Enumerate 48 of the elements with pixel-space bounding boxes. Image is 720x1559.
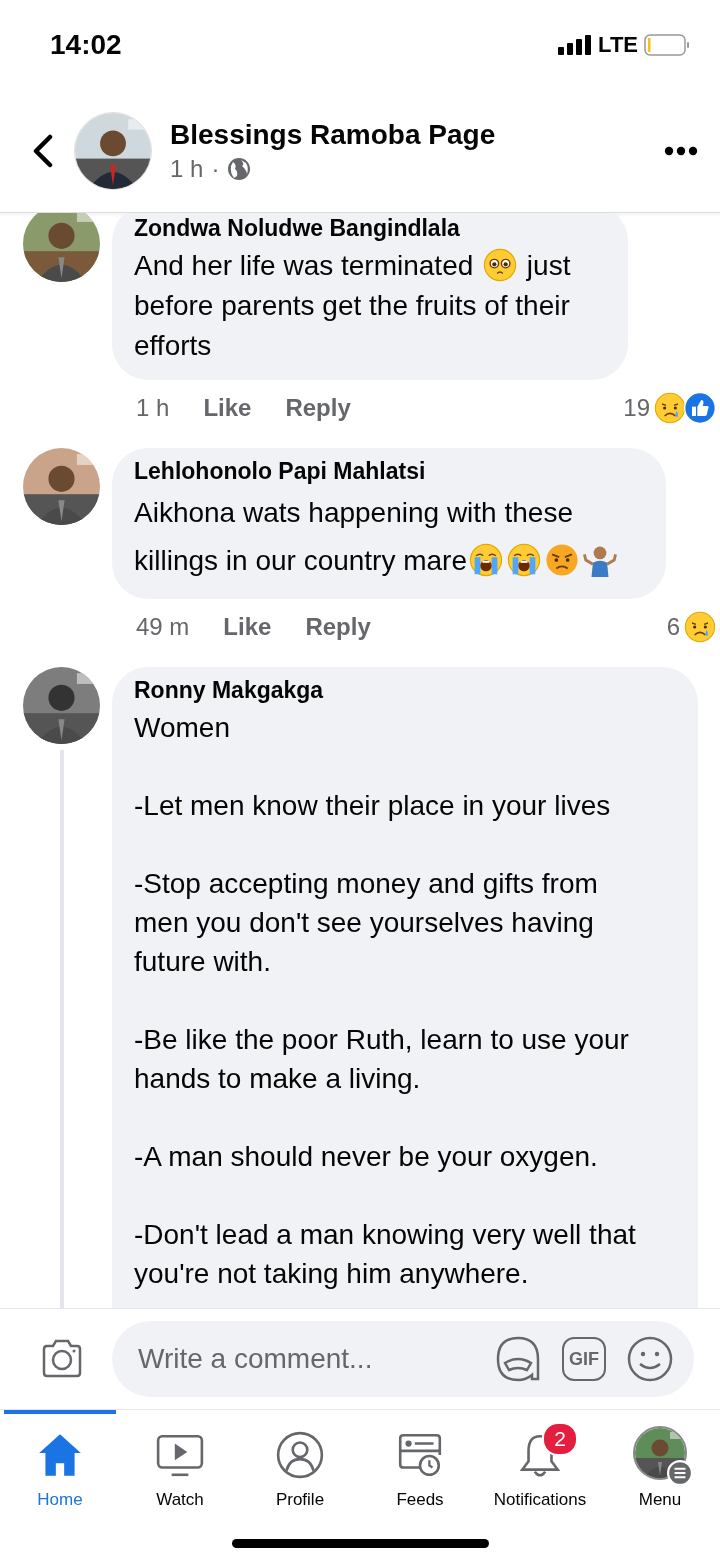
profile-icon bbox=[275, 1430, 325, 1480]
like-button[interactable]: Like bbox=[223, 613, 272, 641]
comment-text: -Be like the poor Ruth, learn to use your hands to make a living. bbox=[134, 1023, 630, 1096]
nav-tab[interactable]: 2 Notifications bbox=[484, 1410, 596, 1518]
angry-face-icon bbox=[545, 543, 580, 577]
comment-text: -Don't lead a man knowing very well that you're not taking him anywhere. bbox=[134, 1218, 637, 1291]
sad-reaction-icon bbox=[654, 392, 686, 424]
comment-author[interactable]: Lehlohonolo Papi Mahlatsi bbox=[134, 458, 644, 485]
emoji-icon[interactable] bbox=[626, 1335, 674, 1383]
comment-time: 49 m bbox=[136, 613, 190, 641]
nav-tab[interactable]: Profile bbox=[244, 1410, 356, 1518]
status-time: 14:02 bbox=[50, 29, 123, 61]
nav-tab[interactable]: Watch bbox=[124, 1410, 236, 1518]
crying-face-icon bbox=[507, 543, 542, 577]
globe-icon bbox=[227, 157, 252, 181]
page-title[interactable]: Blessings Ramoba Page bbox=[170, 119, 646, 151]
pleading-face-icon bbox=[483, 248, 518, 282]
battery-icon bbox=[644, 34, 690, 56]
reply-button[interactable]: Reply bbox=[285, 394, 351, 422]
comment-author[interactable]: Zondwa Noludwe Bangindlala bbox=[134, 215, 606, 242]
comment-text: -Stop accepting money and gifts from men you don't see yourselves having future with. bbox=[134, 867, 599, 979]
separator-dot: · bbox=[211, 155, 220, 183]
comment-author[interactable]: Ronny Makgakga bbox=[134, 677, 642, 704]
comment-text: And her life was terminated just before parents get the fruits of their efforts bbox=[134, 247, 572, 363]
signal-icon bbox=[558, 35, 593, 55]
reaction-count[interactable]: 6 bbox=[666, 613, 680, 641]
like-reaction-icon bbox=[684, 392, 716, 424]
comment-text: Women bbox=[134, 711, 231, 745]
nav-tab[interactable]: Home bbox=[4, 1410, 116, 1518]
comment-text: Aikhona wats happening with these killings in our country mare bbox=[134, 489, 644, 585]
comment-time: 1 h bbox=[136, 394, 170, 422]
notification-badge: 2 bbox=[542, 1422, 578, 1456]
more-icon[interactable] bbox=[664, 146, 698, 156]
comment-text: -A man should never be your oxygen. bbox=[134, 1140, 599, 1174]
menu-icon bbox=[667, 1460, 693, 1486]
crying-face-icon bbox=[469, 543, 504, 577]
reaction-count[interactable]: 19 bbox=[623, 394, 650, 422]
comment-field[interactable]: Write a comment... GIF bbox=[112, 1321, 694, 1397]
nav-tab[interactable]: Menu bbox=[604, 1410, 716, 1518]
nav-tab[interactable]: Feeds bbox=[364, 1410, 476, 1518]
comment-text: -Let men know their place in your lives bbox=[134, 789, 612, 823]
gif-button[interactable]: GIF bbox=[562, 1337, 606, 1381]
sticker-icon[interactable] bbox=[494, 1335, 542, 1383]
reply-button[interactable]: Reply bbox=[305, 613, 371, 641]
post-time: 1 h bbox=[170, 155, 204, 183]
network-type: LTE bbox=[598, 32, 638, 58]
like-button[interactable]: Like bbox=[203, 394, 252, 422]
sad-reaction-icon bbox=[684, 611, 716, 643]
